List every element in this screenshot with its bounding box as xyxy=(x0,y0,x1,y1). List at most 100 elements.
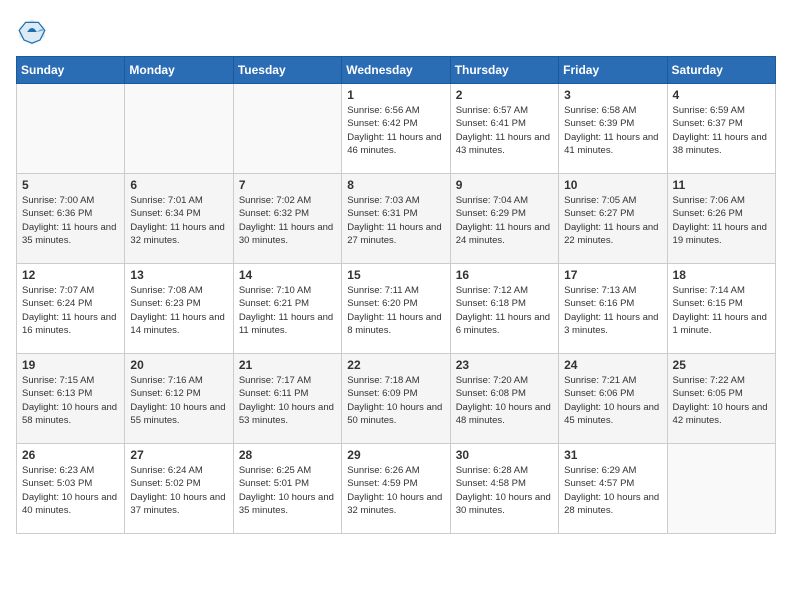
calendar-cell: 8 Sunrise: 7:03 AM Sunset: 6:31 PM Daylig… xyxy=(342,174,450,264)
calendar-cell: 25Sunrise: 7:22 AM Sunset: 6:05 PM Dayli… xyxy=(667,354,775,444)
day-info: Sunrise: 7:13 AM Sunset: 6:16 PM Dayligh… xyxy=(564,284,661,337)
day-number: 21 xyxy=(239,358,336,372)
calendar-cell: 1 Sunrise: 6:56 AM Sunset: 6:42 PM Daylig… xyxy=(342,84,450,174)
logo xyxy=(16,16,52,48)
calendar-cell: 6 Sunrise: 7:01 AM Sunset: 6:34 PM Daylig… xyxy=(125,174,233,264)
calendar-week-3: 12 Sunrise: 7:07 AM Sunset: 6:24 PM Dayli… xyxy=(17,264,776,354)
calendar-header-wednesday: Wednesday xyxy=(342,57,450,84)
calendar-cell: 20 Sunrise: 7:16 AM Sunset: 6:12 PM Dayli… xyxy=(125,354,233,444)
day-number: 18 xyxy=(673,268,770,282)
day-info: Sunrise: 7:02 AM Sunset: 6:32 PM Dayligh… xyxy=(239,194,336,247)
day-info: Sunrise: 6:29 AM Sunset: 4:57 PM Dayligh… xyxy=(564,464,661,517)
calendar-header-monday: Monday xyxy=(125,57,233,84)
day-info: Sunrise: 7:12 AM Sunset: 6:18 PM Dayligh… xyxy=(456,284,553,337)
day-info: Sunrise: 7:00 AM Sunset: 6:36 PM Dayligh… xyxy=(22,194,119,247)
calendar-cell: 3 Sunrise: 6:58 AM Sunset: 6:39 PM Daylig… xyxy=(559,84,667,174)
calendar-cell: 21 Sunrise: 7:17 AM Sunset: 6:11 PM Dayli… xyxy=(233,354,341,444)
logo-icon xyxy=(16,16,48,48)
calendar-cell: 29Sunrise: 6:26 AM Sunset: 4:59 PM Dayli… xyxy=(342,444,450,534)
day-number: 25 xyxy=(673,358,770,372)
calendar-cell xyxy=(667,444,775,534)
calendar-cell: 22 Sunrise: 7:18 AM Sunset: 6:09 PM Dayli… xyxy=(342,354,450,444)
day-info: Sunrise: 7:16 AM Sunset: 6:12 PM Dayligh… xyxy=(130,374,227,427)
day-info: Sunrise: 7:03 AM Sunset: 6:31 PM Dayligh… xyxy=(347,194,444,247)
calendar-week-4: 19Sunrise: 7:15 AM Sunset: 6:13 PM Dayli… xyxy=(17,354,776,444)
day-number: 5 xyxy=(22,178,119,192)
day-info: Sunrise: 7:17 AM Sunset: 6:11 PM Dayligh… xyxy=(239,374,336,427)
day-number: 23 xyxy=(456,358,553,372)
day-number: 1 xyxy=(347,88,444,102)
calendar-cell: 12 Sunrise: 7:07 AM Sunset: 6:24 PM Dayli… xyxy=(17,264,125,354)
day-info: Sunrise: 7:05 AM Sunset: 6:27 PM Dayligh… xyxy=(564,194,661,247)
calendar-cell: 7Sunrise: 7:02 AM Sunset: 6:32 PM Daylig… xyxy=(233,174,341,264)
day-info: Sunrise: 6:58 AM Sunset: 6:39 PM Dayligh… xyxy=(564,104,661,157)
day-info: Sunrise: 6:28 AM Sunset: 4:58 PM Dayligh… xyxy=(456,464,553,517)
day-number: 24 xyxy=(564,358,661,372)
day-info: Sunrise: 6:26 AM Sunset: 4:59 PM Dayligh… xyxy=(347,464,444,517)
day-info: Sunrise: 7:14 AM Sunset: 6:15 PM Dayligh… xyxy=(673,284,770,337)
calendar-cell: 28 Sunrise: 6:25 AM Sunset: 5:01 PM Dayli… xyxy=(233,444,341,534)
calendar-cell: 13 Sunrise: 7:08 AM Sunset: 6:23 PM Dayli… xyxy=(125,264,233,354)
day-number: 27 xyxy=(130,448,227,462)
day-info: Sunrise: 7:21 AM Sunset: 6:06 PM Dayligh… xyxy=(564,374,661,427)
day-number: 4 xyxy=(673,88,770,102)
day-info: Sunrise: 7:06 AM Sunset: 6:26 PM Dayligh… xyxy=(673,194,770,247)
day-info: Sunrise: 6:24 AM Sunset: 5:02 PM Dayligh… xyxy=(130,464,227,517)
day-number: 17 xyxy=(564,268,661,282)
day-info: Sunrise: 7:11 AM Sunset: 6:20 PM Dayligh… xyxy=(347,284,444,337)
day-number: 28 xyxy=(239,448,336,462)
day-number: 2 xyxy=(456,88,553,102)
day-number: 9 xyxy=(456,178,553,192)
calendar-cell: 30 Sunrise: 6:28 AM Sunset: 4:58 PM Dayli… xyxy=(450,444,558,534)
day-number: 22 xyxy=(347,358,444,372)
day-number: 12 xyxy=(22,268,119,282)
calendar-cell xyxy=(233,84,341,174)
day-number: 31 xyxy=(564,448,661,462)
calendar-cell: 31 Sunrise: 6:29 AM Sunset: 4:57 PM Dayli… xyxy=(559,444,667,534)
day-number: 15 xyxy=(347,268,444,282)
day-info: Sunrise: 7:08 AM Sunset: 6:23 PM Dayligh… xyxy=(130,284,227,337)
calendar-cell: 16Sunrise: 7:12 AM Sunset: 6:18 PM Dayli… xyxy=(450,264,558,354)
calendar-cell: 14 Sunrise: 7:10 AM Sunset: 6:21 PM Dayli… xyxy=(233,264,341,354)
calendar-header-thursday: Thursday xyxy=(450,57,558,84)
day-info: Sunrise: 7:20 AM Sunset: 6:08 PM Dayligh… xyxy=(456,374,553,427)
calendar-header-sunday: Sunday xyxy=(17,57,125,84)
calendar-header-tuesday: Tuesday xyxy=(233,57,341,84)
day-info: Sunrise: 6:23 AM Sunset: 5:03 PM Dayligh… xyxy=(22,464,119,517)
calendar-cell: 5 Sunrise: 7:00 AM Sunset: 6:36 PM Daylig… xyxy=(17,174,125,264)
day-info: Sunrise: 7:18 AM Sunset: 6:09 PM Dayligh… xyxy=(347,374,444,427)
day-number: 13 xyxy=(130,268,227,282)
day-number: 10 xyxy=(564,178,661,192)
calendar-week-2: 5 Sunrise: 7:00 AM Sunset: 6:36 PM Daylig… xyxy=(17,174,776,264)
day-info: Sunrise: 7:07 AM Sunset: 6:24 PM Dayligh… xyxy=(22,284,119,337)
day-number: 6 xyxy=(130,178,227,192)
calendar-week-1: 1 Sunrise: 6:56 AM Sunset: 6:42 PM Daylig… xyxy=(17,84,776,174)
day-number: 30 xyxy=(456,448,553,462)
calendar-cell: 24 Sunrise: 7:21 AM Sunset: 6:06 PM Dayli… xyxy=(559,354,667,444)
calendar-cell: 10 Sunrise: 7:05 AM Sunset: 6:27 PM Dayli… xyxy=(559,174,667,264)
calendar-cell: 15 Sunrise: 7:11 AM Sunset: 6:20 PM Dayli… xyxy=(342,264,450,354)
calendar-cell: 19Sunrise: 7:15 AM Sunset: 6:13 PM Dayli… xyxy=(17,354,125,444)
calendar-cell: 4 Sunrise: 6:59 AM Sunset: 6:37 PM Daylig… xyxy=(667,84,775,174)
calendar-cell: 26 Sunrise: 6:23 AM Sunset: 5:03 PM Dayli… xyxy=(17,444,125,534)
day-info: Sunrise: 7:01 AM Sunset: 6:34 PM Dayligh… xyxy=(130,194,227,247)
day-info: Sunrise: 6:57 AM Sunset: 6:41 PM Dayligh… xyxy=(456,104,553,157)
calendar-cell xyxy=(125,84,233,174)
day-number: 14 xyxy=(239,268,336,282)
calendar-cell: 9 Sunrise: 7:04 AM Sunset: 6:29 PM Daylig… xyxy=(450,174,558,264)
day-info: Sunrise: 6:25 AM Sunset: 5:01 PM Dayligh… xyxy=(239,464,336,517)
calendar-cell: 27 Sunrise: 6:24 AM Sunset: 5:02 PM Dayli… xyxy=(125,444,233,534)
calendar-cell: 18 Sunrise: 7:14 AM Sunset: 6:15 PM Dayli… xyxy=(667,264,775,354)
day-number: 3 xyxy=(564,88,661,102)
calendar-cell xyxy=(17,84,125,174)
calendar-header-friday: Friday xyxy=(559,57,667,84)
calendar-cell: 11Sunrise: 7:06 AM Sunset: 6:26 PM Dayli… xyxy=(667,174,775,264)
day-info: Sunrise: 7:04 AM Sunset: 6:29 PM Dayligh… xyxy=(456,194,553,247)
day-number: 8 xyxy=(347,178,444,192)
day-info: Sunrise: 6:56 AM Sunset: 6:42 PM Dayligh… xyxy=(347,104,444,157)
day-number: 20 xyxy=(130,358,227,372)
day-info: Sunrise: 6:59 AM Sunset: 6:37 PM Dayligh… xyxy=(673,104,770,157)
calendar-cell: 17 Sunrise: 7:13 AM Sunset: 6:16 PM Dayli… xyxy=(559,264,667,354)
day-info: Sunrise: 7:10 AM Sunset: 6:21 PM Dayligh… xyxy=(239,284,336,337)
day-number: 26 xyxy=(22,448,119,462)
